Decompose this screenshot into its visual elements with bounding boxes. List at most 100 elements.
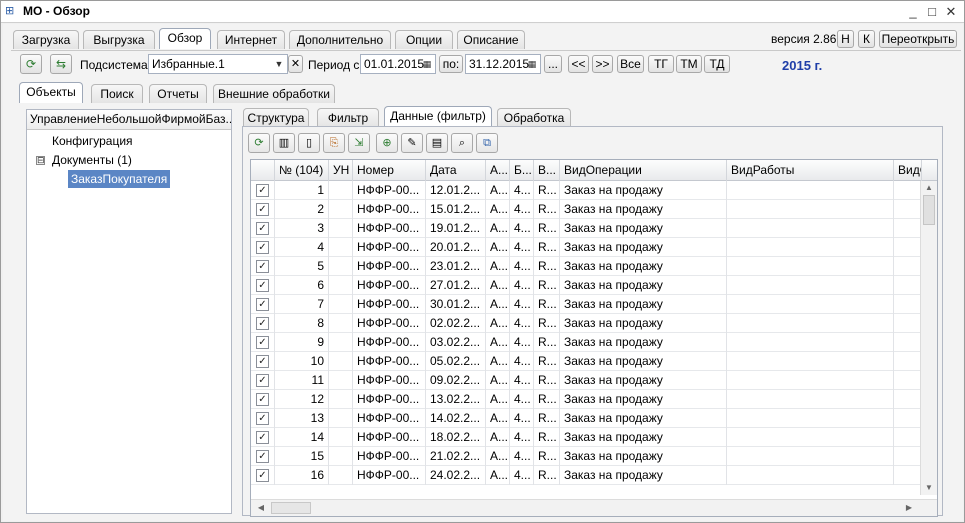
cell-work-type[interactable]	[727, 276, 894, 295]
cell-un[interactable]	[329, 200, 353, 219]
table-icon[interactable]: ▤	[426, 133, 448, 153]
cell-operation-type[interactable]: Заказ на продажу	[560, 428, 727, 447]
period-all-button[interactable]: Все	[617, 55, 644, 73]
cell-date[interactable]: 13.02.2...	[426, 390, 486, 409]
table-row[interactable]: ✓ 14 НФФР-00... 18.02.2... А... 4... R... Заказ…	[251, 428, 922, 447]
cell-v[interactable]: R...	[534, 352, 560, 371]
column-header-date[interactable]: Дата	[426, 160, 486, 181]
tree-item-documents[interactable]: Документы (1)	[52, 151, 132, 169]
tab-processing[interactable]: Обработка	[497, 108, 571, 127]
refresh-data-icon[interactable]: ⟳	[248, 133, 270, 153]
cell-un[interactable]	[329, 352, 353, 371]
cell-b[interactable]: 4...	[510, 390, 534, 409]
cell-date[interactable]: 09.02.2...	[426, 371, 486, 390]
cell-date[interactable]: 18.02.2...	[426, 428, 486, 447]
cell-vid-s[interactable]	[894, 181, 922, 200]
cell-v[interactable]: R...	[534, 238, 560, 257]
cell-v[interactable]: R...	[534, 314, 560, 333]
cell-b[interactable]: 4...	[510, 371, 534, 390]
edit-icon[interactable]: ✎	[401, 133, 423, 153]
cell-doc-number[interactable]: НФФР-00...	[353, 428, 426, 447]
cell-doc-number[interactable]: НФФР-00...	[353, 409, 426, 428]
row-checkbox[interactable]: ✓	[256, 450, 269, 463]
cell-vid-s[interactable]	[894, 257, 922, 276]
cell-a[interactable]: А...	[486, 257, 510, 276]
copy-icon[interactable]: ⧉	[476, 133, 498, 153]
column-header-vid-s[interactable]: ВидС	[894, 160, 922, 181]
cell-b[interactable]: 4...	[510, 409, 534, 428]
cell-vid-s[interactable]	[894, 428, 922, 447]
cell-row-number[interactable]: 9	[275, 333, 329, 352]
cell-row-number[interactable]: 15	[275, 447, 329, 466]
row-checkbox[interactable]: ✓	[256, 393, 269, 406]
row-checkbox[interactable]: ✓	[256, 431, 269, 444]
tab-external-processing[interactable]: Внешние обработки	[213, 84, 335, 103]
cell-check[interactable]: ✓	[251, 447, 275, 466]
cell-vid-s[interactable]	[894, 466, 922, 485]
table-row[interactable]: ✓ 11 НФФР-00... 09.02.2... А... 4... R... Заказ…	[251, 371, 922, 390]
cell-b[interactable]: 4...	[510, 276, 534, 295]
column-header-work-type[interactable]: ВидРаботы	[727, 160, 894, 181]
h-button[interactable]: Н	[837, 30, 854, 48]
column-header-v[interactable]: В...	[534, 160, 560, 181]
cell-v[interactable]: R...	[534, 447, 560, 466]
cell-v[interactable]: R...	[534, 466, 560, 485]
minimize-button[interactable]: _	[904, 3, 922, 21]
cell-date[interactable]: 02.02.2...	[426, 314, 486, 333]
cell-operation-type[interactable]: Заказ на продажу	[560, 219, 727, 238]
cell-check[interactable]: ✓	[251, 428, 275, 447]
cell-work-type[interactable]	[727, 447, 894, 466]
column-header-check[interactable]	[251, 160, 275, 181]
column-header-number[interactable]: № (104)	[275, 160, 329, 181]
cell-check[interactable]: ✓	[251, 352, 275, 371]
cell-b[interactable]: 4...	[510, 447, 534, 466]
table-row[interactable]: ✓ 9 НФФР-00... 03.02.2... А... 4... R... Заказ …	[251, 333, 922, 352]
cell-check[interactable]: ✓	[251, 219, 275, 238]
tab-objects[interactable]: Объекты	[19, 82, 83, 103]
cell-un[interactable]	[329, 466, 353, 485]
cell-vid-s[interactable]	[894, 447, 922, 466]
cell-doc-number[interactable]: НФФР-00...	[353, 200, 426, 219]
cell-a[interactable]: А...	[486, 295, 510, 314]
period-next-button[interactable]: >>	[592, 55, 613, 73]
tab-additional[interactable]: Дополнительно	[289, 30, 391, 49]
tab-search[interactable]: Поиск	[91, 84, 143, 103]
calendar-icon[interactable]: ▦	[525, 56, 539, 72]
clear-subsystem-button[interactable]: ✕	[288, 55, 303, 73]
row-checkbox[interactable]: ✓	[256, 260, 269, 273]
cell-row-number[interactable]: 16	[275, 466, 329, 485]
cell-row-number[interactable]: 12	[275, 390, 329, 409]
cell-a[interactable]: А...	[486, 447, 510, 466]
cell-check[interactable]: ✓	[251, 238, 275, 257]
cell-check[interactable]: ✓	[251, 314, 275, 333]
cell-v[interactable]: R...	[534, 257, 560, 276]
cell-a[interactable]: А...	[486, 314, 510, 333]
cell-operation-type[interactable]: Заказ на продажу	[560, 390, 727, 409]
cell-doc-number[interactable]: НФФР-00...	[353, 333, 426, 352]
cell-operation-type[interactable]: Заказ на продажу	[560, 352, 727, 371]
cell-vid-s[interactable]	[894, 200, 922, 219]
row-checkbox[interactable]: ✓	[256, 184, 269, 197]
cell-operation-type[interactable]: Заказ на продажу	[560, 333, 727, 352]
cell-row-number[interactable]: 7	[275, 295, 329, 314]
cell-a[interactable]: А...	[486, 352, 510, 371]
period-select-button[interactable]: ...	[544, 55, 562, 73]
cell-operation-type[interactable]: Заказ на продажу	[560, 447, 727, 466]
columns-icon[interactable]: ▥	[273, 133, 295, 153]
tree-item-customer-order[interactable]: ЗаказПокупателя	[68, 170, 171, 188]
cell-a[interactable]: А...	[486, 409, 510, 428]
row-checkbox[interactable]: ✓	[256, 279, 269, 292]
cell-v[interactable]: R...	[534, 333, 560, 352]
period-tm-button[interactable]: ТМ	[676, 55, 702, 73]
cell-work-type[interactable]	[727, 295, 894, 314]
tab-data-filter[interactable]: Данные (фильтр)	[384, 106, 492, 127]
cell-date[interactable]: 05.02.2...	[426, 352, 486, 371]
table-row[interactable]: ✓ 12 НФФР-00... 13.02.2... А... 4... R... Заказ…	[251, 390, 922, 409]
cell-un[interactable]	[329, 295, 353, 314]
cell-operation-type[interactable]: Заказ на продажу	[560, 200, 727, 219]
cell-check[interactable]: ✓	[251, 466, 275, 485]
cell-row-number[interactable]: 10	[275, 352, 329, 371]
cell-operation-type[interactable]: Заказ на продажу	[560, 181, 727, 200]
table-row[interactable]: ✓ 7 НФФР-00... 30.01.2... А... 4... R... Заказ …	[251, 295, 922, 314]
cell-vid-s[interactable]	[894, 390, 922, 409]
